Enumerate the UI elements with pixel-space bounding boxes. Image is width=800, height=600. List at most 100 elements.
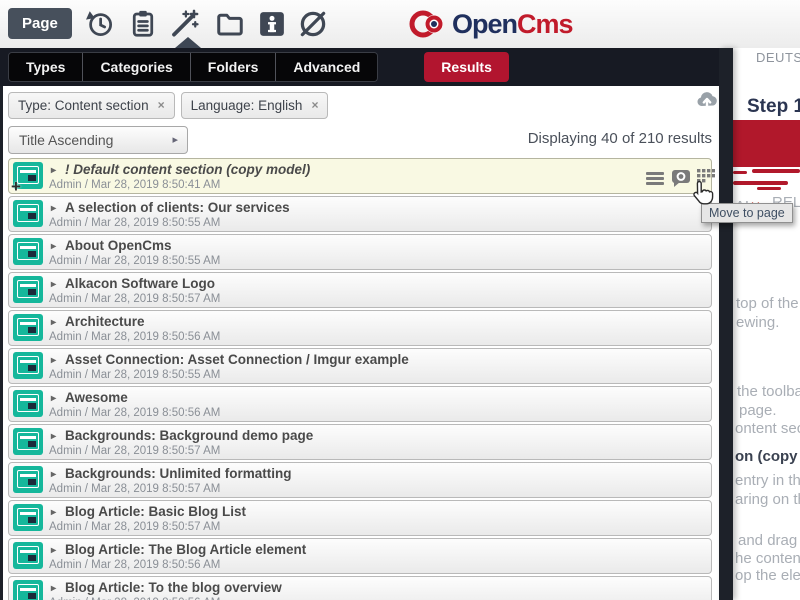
item-meta: Admin / Mar 28, 2019 8:50:55 AM (49, 254, 711, 268)
result-list-item[interactable]: ▸Blog Article: The Blog Article element … (8, 538, 712, 574)
content-section-icon (13, 580, 43, 600)
result-list-item[interactable]: ▸About OpenCms Admin / Mar 28, 2019 8:50… (8, 234, 712, 270)
item-title: ▸A selection of clients: Our services (49, 199, 711, 216)
item-title: ▸Awesome (49, 389, 711, 406)
bg-red-banner (733, 120, 800, 167)
result-list-item[interactable]: ▸Backgrounds: Unlimited formatting Admin… (8, 462, 712, 498)
result-list-item[interactable]: ▸Asset Connection: Asset Connection / Im… (8, 348, 712, 384)
remove-filter-icon[interactable]: × (158, 93, 165, 118)
expand-arrow-icon[interactable]: ▸ (51, 390, 56, 406)
item-meta: Admin / Mar 28, 2019 8:50:56 AM (49, 596, 711, 600)
expand-arrow-icon[interactable]: ▸ (51, 200, 56, 216)
tab-types[interactable]: Types (9, 53, 83, 81)
expand-arrow-icon[interactable]: ▸ (51, 504, 56, 520)
page-button[interactable]: Page (8, 8, 72, 39)
editor-toolbar: Page (0, 0, 800, 49)
content-section-icon (13, 504, 43, 531)
bg-text-fragment: Step 1: (747, 96, 800, 118)
item-title: ▸Blog Article: Basic Blog List (49, 503, 711, 520)
sort-order-select[interactable]: Title Ascending ▸ (8, 126, 188, 154)
item-meta: Admin / Mar 28, 2019 8:50:57 AM (49, 482, 711, 496)
info-icon[interactable] (257, 9, 287, 39)
results-list: + ▸! Default content section (copy model… (8, 158, 712, 600)
content-section-icon (13, 352, 43, 379)
bg-text-fragment: top of the (736, 295, 799, 312)
gallery-dialog-body: Type: Content section × Language: Englis… (3, 86, 719, 600)
filter-chip-label: Language: English (191, 93, 303, 118)
expand-arrow-icon[interactable]: ▸ (51, 466, 56, 482)
filter-chips: Type: Content section × Language: Englis… (8, 92, 328, 119)
opencms-page-editor: DEUTSCHStep 1:AL✕RELEtop of theewing.the… (0, 0, 800, 600)
bg-text-fragment: on (copy m (735, 448, 800, 465)
publish-icon[interactable] (298, 9, 328, 39)
dialog-border (719, 48, 733, 600)
clipboard-icon[interactable] (128, 9, 158, 39)
expand-arrow-icon[interactable]: ▸ (51, 352, 56, 368)
item-meta: Admin / Mar 28, 2019 8:50:56 AM (49, 558, 711, 572)
tab-results[interactable]: Results (424, 52, 509, 82)
item-title: ▸Backgrounds: Background demo page (49, 427, 711, 444)
tab-folders[interactable]: Folders (191, 53, 277, 81)
background-page: DEUTSCHStep 1:AL✕RELEtop of theewing.the… (733, 48, 800, 600)
bg-red-scribble (733, 171, 747, 174)
history-icon[interactable] (85, 9, 115, 39)
item-title: ▸Architecture (49, 313, 711, 330)
result-list-item[interactable]: ▸Architecture Admin / Mar 28, 2019 8:50:… (8, 310, 712, 346)
content-section-icon: + (13, 162, 43, 189)
result-list-item[interactable]: ▸A selection of clients: Our services Ad… (8, 196, 712, 232)
filter-chip-type[interactable]: Type: Content section × (8, 92, 175, 119)
expand-arrow-icon[interactable]: ▸ (51, 276, 56, 292)
sort-order-value: Title Ascending (9, 132, 113, 148)
logo-text-open: Open (452, 7, 517, 41)
item-meta: Admin / Mar 28, 2019 8:50:55 AM (49, 216, 711, 230)
result-list-item[interactable]: ▸Awesome Admin / Mar 28, 2019 8:50:56 AM (8, 386, 712, 422)
bg-text-fragment: entry in the (735, 472, 800, 489)
content-section-icon (13, 238, 43, 265)
tab-advanced[interactable]: Advanced (276, 53, 377, 81)
bg-text-fragment: op the ele (735, 567, 800, 584)
content-section-icon (13, 542, 43, 569)
result-list-item[interactable]: + ▸! Default content section (copy model… (8, 158, 712, 194)
result-list-item[interactable]: ▸Backgrounds: Background demo page Admin… (8, 424, 712, 460)
item-meta: Admin / Mar 28, 2019 8:50:55 AM (49, 368, 711, 382)
dialog-anchor-notch (175, 37, 201, 48)
content-section-icon (13, 466, 43, 493)
tab-categories[interactable]: Categories (83, 53, 190, 81)
content-section-icon (13, 390, 43, 417)
upload-icon[interactable] (695, 89, 719, 111)
item-title: ▸Asset Connection: Asset Connection / Im… (49, 351, 711, 368)
logo-text-cms: Cms (517, 7, 573, 41)
item-meta: Admin / Mar 28, 2019 8:50:57 AM (49, 292, 711, 306)
item-title: ▸Alkacon Software Logo (49, 275, 711, 292)
item-meta: Admin / Mar 28, 2019 8:50:56 AM (49, 406, 711, 420)
bg-red-scribble (757, 187, 781, 190)
filter-chip-language[interactable]: Language: English × (181, 92, 329, 119)
item-title: ▸About OpenCms (49, 237, 711, 254)
hand-cursor-icon (691, 180, 715, 212)
bg-text-fragment: the toolba (737, 383, 800, 400)
preview-icon[interactable] (671, 169, 691, 188)
expand-arrow-icon[interactable]: ▸ (51, 238, 56, 254)
expand-arrow-icon[interactable]: ▸ (51, 542, 56, 558)
folder-icon[interactable] (215, 9, 245, 39)
result-list-item[interactable]: ▸Alkacon Software Logo Admin / Mar 28, 2… (8, 272, 712, 308)
expand-arrow-icon[interactable]: ▸ (51, 314, 56, 330)
magic-wand-icon[interactable] (169, 9, 199, 39)
content-section-icon (13, 314, 43, 341)
list-icon[interactable] (645, 169, 665, 188)
expand-arrow-icon[interactable]: ▸ (51, 428, 56, 444)
bg-text-fragment: aring on th (735, 491, 800, 508)
expand-arrow-icon[interactable]: ▸ (51, 580, 56, 596)
bg-red-scribble (733, 181, 788, 185)
item-title: ▸Blog Article: To the blog overview (49, 579, 711, 596)
result-list-item[interactable]: ▸Blog Article: To the blog overview Admi… (8, 576, 712, 600)
item-title: ▸Backgrounds: Unlimited formatting (49, 465, 711, 482)
bg-text-fragment: page. (739, 402, 777, 419)
content-section-icon (13, 276, 43, 303)
result-list-item[interactable]: ▸Blog Article: Basic Blog List Admin / M… (8, 500, 712, 536)
expand-arrow-icon[interactable]: ▸ (51, 162, 56, 178)
item-meta: Admin / Mar 28, 2019 8:50:57 AM (49, 444, 711, 458)
remove-filter-icon[interactable]: × (311, 93, 318, 118)
bg-text-fragment: and drag (738, 532, 797, 549)
item-meta: Admin / Mar 28, 2019 8:50:56 AM (49, 330, 711, 344)
